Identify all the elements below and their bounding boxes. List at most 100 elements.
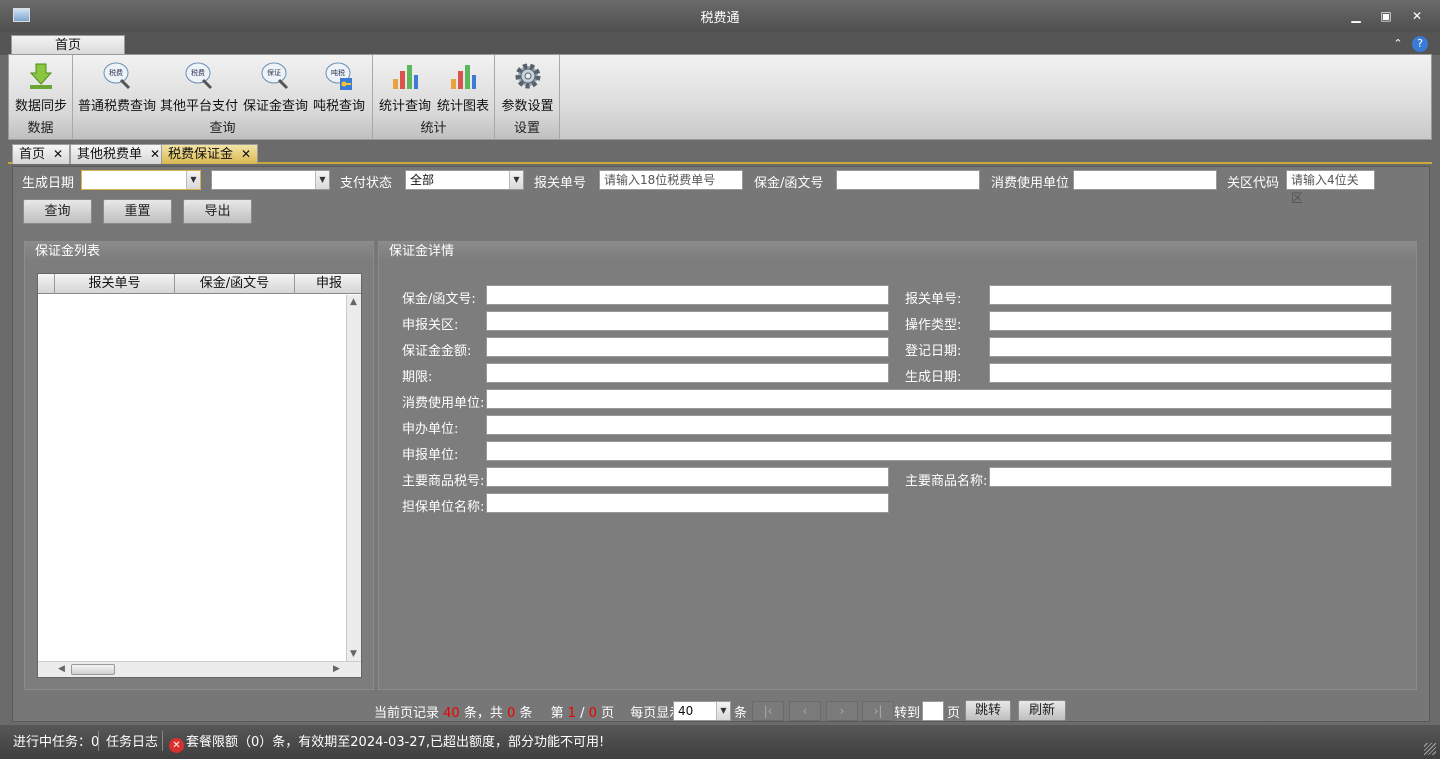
first-page-button[interactable]: |‹ [752,701,784,721]
pay-status-label: 支付状态 [340,176,393,191]
declaring-unit-field[interactable] [486,441,1392,461]
status-bar: 进行中任务：0 任务日志 ✕ 套餐限额（0）条，有效期至2024-03-27,已超… [0,725,1440,759]
total-pages: 0 [588,706,597,721]
close-icon[interactable]: ✕ [53,147,63,161]
gen-date-end-input[interactable]: ▼ [211,170,330,190]
pay-status-select[interactable]: 全部 ▼ [405,170,524,190]
search-deposit-icon: 保证 [261,62,289,90]
pager-summary: 当前页记录 40 条，共 0 条 第 1 / 0 页 每页显示 [374,706,683,721]
resize-grip-icon[interactable] [1424,743,1436,755]
customs-district-field[interactable] [486,311,889,331]
jump-button[interactable]: 跳转 [965,700,1011,721]
guarantor-name-field[interactable] [486,493,889,513]
normal-tax-query-button[interactable]: 税费 普通税费查询 [77,59,157,115]
download-icon [29,63,53,89]
parameter-settings-button[interactable]: 参数设置 [499,59,556,115]
export-button[interactable]: 导出 [183,199,252,224]
status-divider [98,731,99,751]
gen-date-start-input[interactable]: ▼ [81,170,201,190]
ribbon-tab-home[interactable]: 首页 [11,35,125,56]
help-icon[interactable]: ? [1412,36,1428,52]
close-button[interactable]: ✕ [1407,6,1427,26]
tonnage-tax-query-button[interactable]: 吨税 吨税查询 [309,59,369,115]
task-log-link[interactable]: 任务日志 [106,731,158,750]
doc-tab-other-tax[interactable]: 其他税费单 ✕ [70,144,168,164]
collapse-ribbon-icon[interactable]: ⌃ [1390,36,1406,52]
scroll-right-icon[interactable]: ▶ [333,664,340,674]
goto-page-input[interactable] [922,701,944,721]
title-bar: 税费通 ▁ ▣ ✕ [0,0,1440,32]
deposit-amount-field[interactable] [486,337,889,357]
gen-date-field[interactable] [989,363,1392,383]
ribbon-tab-bar: 首页 ⌃ ? [0,32,1440,56]
horizontal-scrollbar[interactable]: ◀ ▶ [38,661,361,677]
svg-text:吨税: 吨税 [331,68,345,77]
current-record-count: 40 [443,706,460,721]
declaration-no-field[interactable] [989,285,1392,305]
column-header[interactable]: 保金/函文号 [174,274,294,294]
ribbon: 数据同步 数据 税费 普通税费查询 税费 其他平台支付 保证 保证金查询 吨税 … [8,54,1432,140]
ribbon-group-label: 查询 [73,119,372,139]
handling-unit-field[interactable] [486,415,1392,435]
maximize-button[interactable]: ▣ [1376,6,1396,26]
scroll-up-icon[interactable]: ▲ [350,297,357,307]
scroll-down-icon[interactable]: ▼ [350,649,357,659]
guarantee-no-input[interactable] [836,170,980,190]
data-sync-button[interactable]: 数据同步 [13,59,69,115]
close-icon[interactable]: ✕ [150,147,160,161]
customs-district-label: 申报关区: [402,318,459,333]
chevron-down-icon[interactable]: ▼ [186,171,200,189]
consumer-unit-field[interactable] [486,389,1392,409]
register-date-field[interactable] [989,337,1392,357]
last-page-button[interactable]: ›| [862,701,894,721]
other-platform-payment-button[interactable]: 税费 其他平台支付 [159,59,239,115]
main-goods-name-field[interactable] [989,467,1392,487]
chevron-down-icon[interactable]: ▼ [315,171,329,189]
statistics-query-button[interactable]: 统计查询 [377,59,433,115]
search-tax-icon: 税费 [103,62,131,90]
chevron-down-icon[interactable]: ▼ [509,171,523,189]
running-tasks: 进行中任务：0 [13,735,100,750]
ribbon-group-data: 数据同步 数据 [9,55,73,139]
chevron-down-icon[interactable]: ▼ [716,702,730,720]
prev-page-button[interactable]: ‹ [789,701,821,721]
customs-code-label: 关区代码 [1227,176,1280,191]
guarantee-no-field[interactable] [486,285,889,305]
guarantee-no-label: 保金/函文号 [754,176,824,191]
window-title: 税费通 [700,11,740,26]
vertical-scrollbar[interactable]: ▲ ▼ [346,295,361,661]
query-button[interactable]: 查询 [23,199,92,224]
panel-title: 保证金列表 [25,242,373,262]
deposit-list-panel: 保证金列表 报关单号 保金/函文号 申报 ▲ ▼ ◀ ▶ [24,241,374,690]
deposit-list-grid[interactable]: 报关单号 保金/函文号 申报 ▲ ▼ ◀ ▶ [37,273,362,678]
consumer-unit-input[interactable] [1073,170,1217,190]
term-field[interactable] [486,363,889,383]
error-icon: ✕ [169,738,184,753]
declaration-no-input[interactable]: 请输入18位税费单号 [599,170,743,190]
term-label: 期限: [402,370,433,385]
reset-button[interactable]: 重置 [103,199,172,224]
close-icon[interactable]: ✕ [241,147,251,161]
guarantee-no-label: 保金/函文号: [402,292,476,307]
panel-title: 保证金详情 [379,242,1416,262]
row-header-cell [38,274,54,294]
ribbon-group-statistics: 统计查询 统计图表 统计 [373,55,495,139]
doc-tab-tax-deposit[interactable]: 税费保证金 ✕ [161,144,259,164]
scroll-left-icon[interactable]: ◀ [58,664,65,674]
customs-code-input[interactable]: 请输入4位关区 [1286,170,1375,205]
deposit-query-button[interactable]: 保证 保证金查询 [243,59,308,115]
operation-type-field[interactable] [989,311,1392,331]
next-page-button[interactable]: › [826,701,858,721]
main-goods-code-field[interactable] [486,467,889,487]
refresh-button[interactable]: 刷新 [1018,700,1066,721]
per-page-select[interactable]: 40 ▼ [673,701,731,721]
guarantor-name-label: 担保单位名称: [402,500,485,515]
minimize-button[interactable]: ▁ [1346,6,1366,26]
column-header[interactable]: 申报 [294,274,346,294]
scroll-thumb[interactable] [71,664,115,675]
main-content: 生成日期 ▼ ▼ 支付状态 全部 ▼ 报关单号 请输入18位税费单号 保金/函文号… [12,166,1430,722]
statistics-chart-button[interactable]: 统计图表 [435,59,491,115]
grid-header: 报关单号 保金/函文号 申报 [38,274,361,294]
column-header[interactable]: 报关单号 [54,274,174,294]
doc-tab-home[interactable]: 首页 ✕ [12,144,71,164]
